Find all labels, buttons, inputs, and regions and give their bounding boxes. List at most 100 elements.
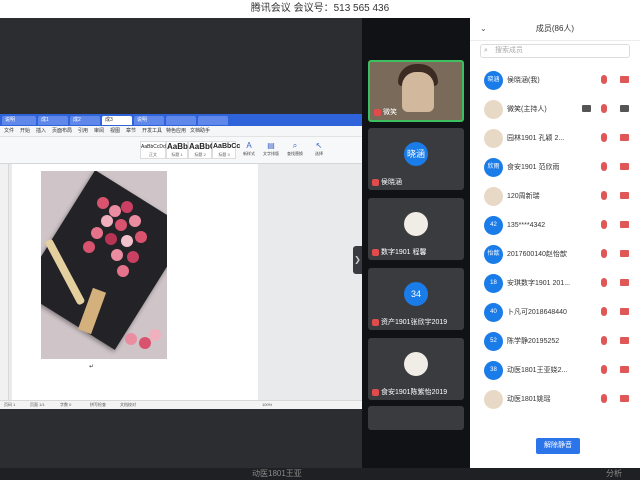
mic-muted-icon[interactable] (601, 220, 607, 229)
camera-off-icon[interactable] (620, 366, 629, 373)
video-tile[interactable]: 晓涵 侯晓涵 (368, 128, 464, 190)
camera-off-icon[interactable] (620, 76, 629, 83)
camera-off-icon[interactable] (620, 250, 629, 257)
menu-review[interactable]: 审阅 (94, 126, 104, 136)
menu-dev-tools[interactable]: 开发工具 (142, 126, 162, 136)
member-name: 陈学静20195252 (507, 338, 560, 345)
style-normal[interactable]: AaBbCcDd 正文 (140, 141, 166, 159)
rose (101, 215, 113, 227)
mic-muted-icon[interactable] (601, 307, 607, 316)
mic-muted-icon[interactable] (601, 75, 607, 84)
mic-muted-icon[interactable] (601, 191, 607, 200)
collapse-panel-button[interactable]: ❯ (353, 246, 362, 274)
member-avatar: 40 (484, 303, 503, 322)
zoom-level[interactable]: 100% (262, 401, 272, 409)
member-row[interactable]: 园林1901 孔颖 2... (470, 126, 640, 154)
status-spellcheck[interactable]: 拼写检查 (90, 401, 106, 409)
member-avatar: 怡歆 (484, 245, 503, 264)
document-page[interactable]: ↵ (12, 164, 258, 400)
member-row[interactable]: 42 135****4342 (470, 213, 640, 241)
mic-muted-icon[interactable] (601, 278, 607, 287)
rose (115, 219, 127, 231)
select-button[interactable]: ↖ 选择 (310, 141, 328, 159)
rose (91, 227, 103, 239)
rose (125, 333, 137, 345)
member-avatar: 42 (484, 216, 503, 235)
members-panel: ⌄ 成员(86人) ⌕ 搜索成员 晓涵 侯晓涵(我) 微笑(主持人) 园林1901 … (470, 18, 640, 468)
doc-tab[interactable] (166, 116, 196, 125)
member-row[interactable]: 120周新瑞 (470, 184, 640, 212)
member-row[interactable]: 怡歆 2017600140赵怡歆 (470, 242, 640, 270)
camera-off-icon[interactable] (620, 395, 629, 402)
camera-off-icon[interactable] (620, 163, 629, 170)
style-heading-1[interactable]: AaBb 标题 1 (166, 141, 188, 159)
tile-name: 资产1901张欣宇2019 (381, 319, 448, 326)
camera-off-icon[interactable] (620, 192, 629, 199)
member-avatar: 52 (484, 332, 503, 351)
panel-title: 成员(86人) (535, 24, 575, 33)
menu-view[interactable]: 视图 (110, 126, 120, 136)
menu-references[interactable]: 引用 (78, 126, 88, 136)
member-row[interactable]: 动医1801姚瑶 (470, 387, 640, 415)
video-tile-active[interactable]: 微笑 (368, 60, 464, 122)
doc-tab-active[interactable]: 成3 (102, 116, 132, 125)
camera-off-icon[interactable] (620, 134, 629, 141)
camera-off-icon[interactable] (620, 221, 629, 228)
menu-features[interactable]: 特色应用 (166, 126, 186, 136)
doc-tab[interactable]: 说明 (2, 116, 36, 125)
camera-off-icon[interactable] (620, 308, 629, 315)
video-tile[interactable]: 食安1901陈紫怡2019 (368, 338, 464, 400)
member-row[interactable]: 18 安琪数字1901 201... (470, 271, 640, 299)
style-preview: AaBb (167, 142, 188, 151)
mic-muted-icon[interactable] (601, 104, 607, 113)
speaker-name: 动医1801王亚 (252, 469, 302, 478)
mic-muted-icon[interactable] (601, 249, 607, 258)
analyze-button[interactable]: 分析 (606, 468, 622, 480)
mic-muted-icon (372, 248, 379, 256)
member-row[interactable]: 52 陈学静20195252 (470, 329, 640, 357)
camera-off-icon[interactable] (620, 279, 629, 286)
doc-tab[interactable]: 成2 (70, 116, 100, 125)
style-preview: AaBbC (189, 142, 216, 151)
mic-muted-icon[interactable] (601, 365, 607, 374)
member-avatar (484, 390, 503, 409)
member-row[interactable]: 38 动医1801王亚娆2... (470, 358, 640, 386)
member-row[interactable]: 晓涵 侯晓涵(我) (470, 68, 640, 96)
member-name: 园林1901 孔颖 2... (507, 135, 565, 142)
style-heading-3[interactable]: AaBbCc 标题 3 (212, 141, 240, 159)
menu-home[interactable]: 开始 (20, 126, 30, 136)
menu-layout[interactable]: 页面布局 (52, 126, 72, 136)
vertical-ruler (0, 164, 9, 400)
member-row[interactable]: 欣雨 食安1901 范欣雨 (470, 155, 640, 183)
mic-muted-icon[interactable] (601, 394, 607, 403)
video-tile[interactable]: 34 资产1901张欣宇2019 (368, 268, 464, 330)
new-style-button[interactable]: A 新样式 (240, 141, 258, 159)
menu-section[interactable]: 章节 (126, 126, 136, 136)
video-tile[interactable] (368, 406, 464, 430)
tile-label: 侯晓涵 (372, 178, 402, 187)
mic-muted-icon[interactable] (601, 162, 607, 171)
mic-muted-icon[interactable] (601, 133, 607, 142)
video-tile[interactable]: 数字1901 程馨 (368, 198, 464, 260)
status-proofread[interactable]: 文档校对 (120, 401, 136, 409)
menu-file[interactable]: 文件 (4, 126, 14, 136)
text-layout-button[interactable]: ▤ 文字排版 (262, 141, 280, 159)
doc-tab[interactable] (198, 116, 228, 125)
member-row[interactable]: 40 卜凡可2018648440 (470, 300, 640, 328)
style-heading-2[interactable]: AaBbC 标题 2 (188, 141, 216, 159)
find-replace-button[interactable]: ⌕ 查找替换 (286, 141, 304, 159)
unmute-button[interactable]: 解除静音 (536, 438, 580, 454)
camera-off-icon[interactable] (620, 337, 629, 344)
camera-icon[interactable] (620, 105, 629, 112)
doc-tab[interactable]: 说明 (134, 116, 164, 125)
member-name: 动医1801姚瑶 (507, 396, 551, 403)
menu-doc-assistant[interactable]: 文档助手 (190, 126, 210, 136)
rose (121, 201, 133, 213)
flower-photo[interactable] (41, 171, 167, 359)
member-name: 120周新瑞 (507, 193, 540, 200)
mic-muted-icon[interactable] (601, 336, 607, 345)
member-search-input[interactable]: ⌕ 搜索成员 (480, 44, 630, 58)
member-row[interactable]: 微笑(主持人) (470, 97, 640, 125)
doc-tab[interactable]: 成1 (38, 116, 68, 125)
menu-insert[interactable]: 插入 (36, 126, 46, 136)
